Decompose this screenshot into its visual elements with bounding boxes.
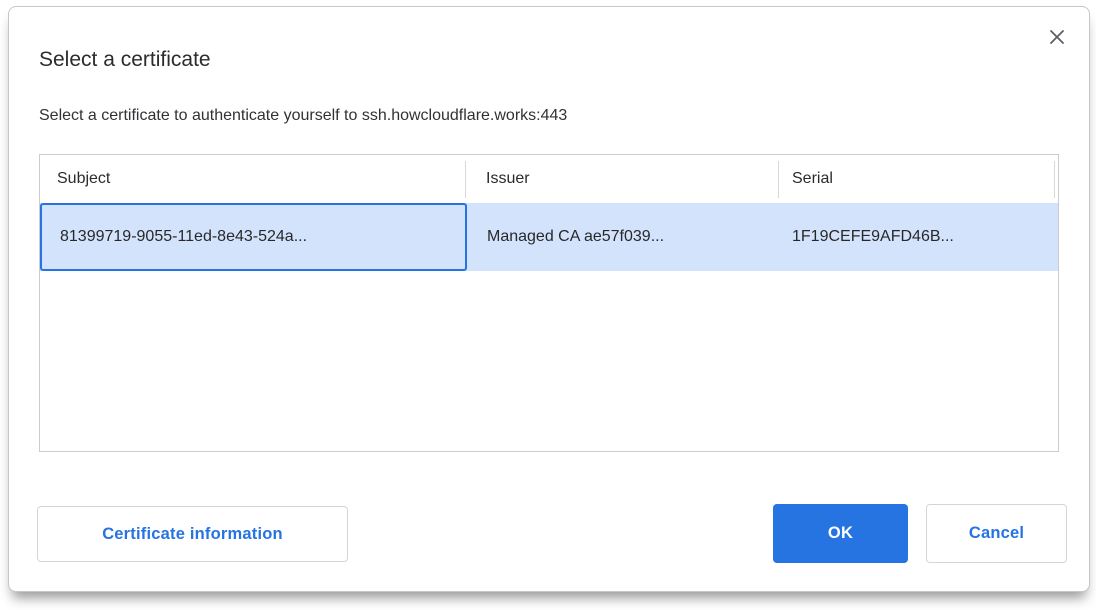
cancel-button[interactable]: Cancel <box>926 504 1067 563</box>
certificate-select-dialog: Select a certificate Select a certificat… <box>8 6 1090 592</box>
certificate-row-selected[interactable]: 81399719-9055-11ed-8e43-524a... Managed … <box>40 203 1058 271</box>
cell-serial: 1F19CEFE9AFD46B... <box>778 203 954 271</box>
close-icon <box>1049 29 1065 45</box>
cell-subject: 81399719-9055-11ed-8e43-524a... <box>40 203 467 271</box>
certificate-information-button[interactable]: Certificate information <box>37 506 348 562</box>
dialog-title: Select a certificate <box>39 47 211 73</box>
close-button[interactable] <box>1043 23 1071 51</box>
dialog-subtitle: Select a certificate to authenticate you… <box>39 105 567 127</box>
ok-button[interactable]: OK <box>773 504 908 563</box>
cell-issuer: Managed CA ae57f039... <box>467 203 778 271</box>
column-header-stub <box>1054 155 1058 203</box>
table-header: Subject Issuer Serial <box>40 155 1058 203</box>
column-header-issuer: Issuer <box>465 155 778 203</box>
column-header-subject: Subject <box>40 155 465 203</box>
column-header-serial: Serial <box>778 155 1054 203</box>
certificate-table: Subject Issuer Serial 81399719-9055-11ed… <box>39 154 1059 452</box>
